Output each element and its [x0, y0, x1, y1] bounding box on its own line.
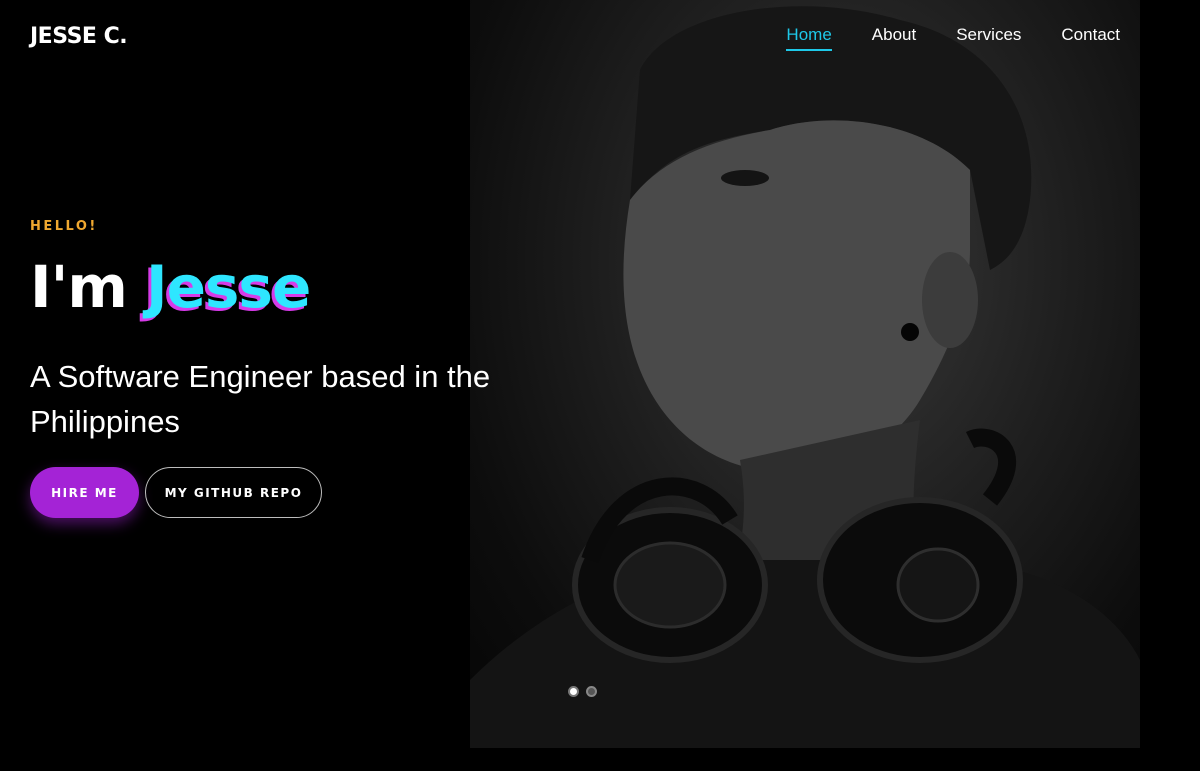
hire-me-button[interactable]: HIRE ME	[30, 467, 139, 518]
hero-title: I'm Jesse	[30, 258, 311, 316]
nav-item-home[interactable]: Home	[786, 25, 833, 51]
brand-logo[interactable]: JESSE C.	[30, 24, 128, 49]
hero-title-name: Jesse	[145, 253, 311, 321]
hero-eyebrow: HELLO!	[30, 219, 98, 234]
portrait-illustration	[470, 6, 1140, 748]
hero-subtitle: A Software Engineer based in the Philipp…	[30, 359, 491, 439]
nav-item-about[interactable]: About	[872, 25, 916, 49]
hero-title-prefix: I'm	[30, 253, 128, 321]
nav-item-services[interactable]: Services	[956, 25, 1021, 49]
hero-page: JESSE C. Home About Services Contact HEL…	[0, 0, 1200, 771]
main-nav: Home About Services Contact	[786, 25, 1120, 51]
carousel-dots	[568, 686, 597, 697]
profile-portrait-image	[470, 0, 1140, 748]
nav-item-contact[interactable]: Contact	[1061, 25, 1120, 49]
github-repo-button[interactable]: MY GITHUB REPO	[145, 467, 322, 518]
carousel-dot-1[interactable]	[568, 686, 579, 697]
carousel-dot-2[interactable]	[586, 686, 597, 697]
